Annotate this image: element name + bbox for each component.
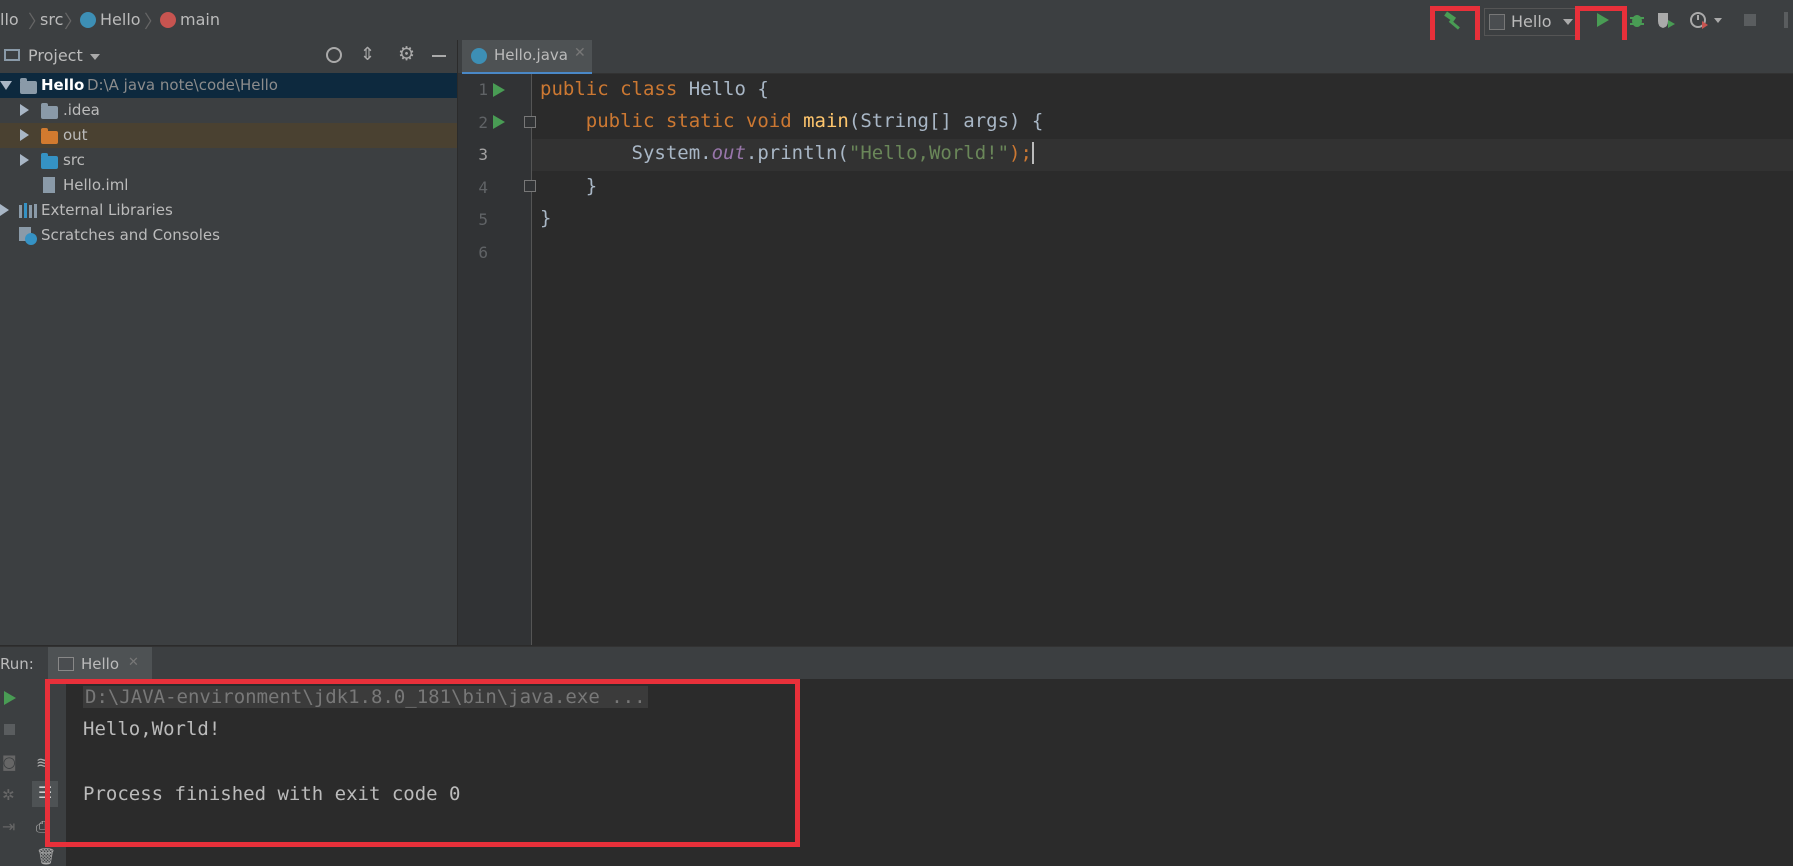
project-panel-header: Project ⇕ ⚙	[0, 40, 457, 72]
tree-item-label: Scratches and Consoles	[41, 226, 220, 244]
excluded-folder-icon	[41, 128, 58, 144]
settings-icon[interactable]: ✲	[2, 786, 15, 804]
module-folder-icon	[20, 78, 37, 94]
line-number: 6	[478, 243, 488, 262]
line-number: 5	[478, 210, 488, 229]
profiler-icon[interactable]	[1690, 11, 1724, 33]
fold-icon[interactable]	[524, 116, 536, 128]
class-icon	[80, 12, 96, 28]
expand-arrow-icon[interactable]	[20, 104, 29, 116]
code-line-5: }	[540, 207, 552, 229]
expand-arrow-icon[interactable]	[20, 154, 29, 166]
gear-icon[interactable]: ⚙	[398, 43, 415, 65]
code-text: );	[1009, 142, 1032, 164]
tree-item-root[interactable]: Hello D:\A java note\code\Hello	[0, 73, 457, 98]
coverage-icon[interactable]	[1656, 11, 1676, 33]
code-keyword: public class	[540, 78, 689, 100]
locate-icon[interactable]	[326, 47, 342, 63]
application-icon	[58, 657, 74, 671]
code-text: System.	[631, 142, 712, 164]
tree-item-out[interactable]: out	[0, 123, 457, 148]
camera-icon[interactable]: ◙	[2, 753, 17, 771]
expand-arrow-icon[interactable]	[20, 129, 29, 141]
line-number: 2	[478, 113, 488, 132]
tree-item-idea[interactable]: .idea	[0, 98, 457, 123]
tree-item-label: .idea	[63, 101, 100, 119]
code-line-3: System.out.println("Hello,World!");	[540, 142, 1034, 164]
stop-button[interactable]	[4, 724, 15, 735]
code-line-1: public class Hello {	[540, 78, 769, 100]
rerun-button[interactable]	[4, 691, 16, 705]
tab-label: Hello.java	[494, 46, 568, 64]
line-number: 1	[478, 80, 488, 99]
tree-item-iml[interactable]: Hello.iml	[0, 173, 457, 198]
run-gutter-icon[interactable]	[493, 115, 505, 129]
code-string: "Hello,World!"	[848, 142, 1010, 164]
close-icon[interactable]: ✕	[574, 45, 586, 61]
breadcrumb-method[interactable]: main	[180, 10, 220, 29]
run-gutter-icon[interactable]	[493, 83, 505, 97]
tab-hello-java[interactable]: Hello.java ✕	[462, 40, 592, 75]
code-text: (String[] args) {	[848, 110, 1044, 132]
expand-arrow-icon[interactable]	[0, 81, 12, 90]
code-field: out	[711, 142, 746, 164]
toolbar-overflow	[1784, 12, 1788, 28]
code-line-2: public static void main(String[] args) {	[540, 110, 1044, 132]
trash-icon[interactable]: 🗑	[36, 847, 56, 866]
code-method-name: main	[803, 110, 849, 132]
run-config-label: Hello	[1511, 12, 1552, 31]
tree-item-label: src	[63, 151, 85, 169]
expand-arrow-icon[interactable]	[0, 204, 9, 216]
run-label: Run:	[0, 655, 34, 673]
bug-icon[interactable]	[1628, 11, 1646, 33]
tree-item-label: External Libraries	[41, 201, 173, 219]
stop-button[interactable]	[1744, 14, 1756, 26]
run-tab-label: Hello	[81, 655, 120, 673]
file-icon	[43, 177, 55, 193]
text-cursor	[1031, 142, 1034, 164]
collapse-all-icon[interactable]: ⇕	[360, 44, 375, 65]
tree-item-label: out	[63, 126, 88, 144]
folder-icon	[41, 103, 58, 119]
code-line-4: }	[540, 175, 598, 197]
code-keyword: public static void	[585, 110, 804, 132]
source-folder-icon	[41, 153, 58, 169]
root-module-name: Hello	[41, 76, 85, 94]
tree-item-src[interactable]: src	[0, 148, 457, 173]
close-icon[interactable]: ✕	[128, 655, 139, 670]
project-panel-title[interactable]: Project	[28, 46, 83, 65]
editor-tab-bar	[458, 40, 1793, 74]
output-highlight-box	[45, 679, 800, 847]
tree-item-external-libraries[interactable]: External Libraries	[0, 198, 457, 223]
class-icon	[471, 48, 487, 64]
scratches-icon	[19, 227, 37, 249]
application-icon	[1489, 14, 1505, 30]
tree-item-scratches[interactable]: Scratches and Consoles	[0, 223, 457, 248]
exit-icon[interactable]: ⇥	[2, 817, 15, 836]
breadcrumb-class[interactable]: Hello	[100, 10, 141, 29]
minimize-icon[interactable]	[432, 55, 446, 57]
chevron-down-icon	[1563, 19, 1573, 25]
tree-item-label: Hello.iml	[63, 176, 129, 194]
run-tool-window-header: Run: Hello ✕	[0, 646, 1793, 680]
run-tab-hello[interactable]: Hello ✕	[48, 647, 152, 680]
run-config-select[interactable]: Hello	[1484, 8, 1578, 36]
breadcrumb-project[interactable]: llo	[0, 10, 19, 29]
breadcrumb-src[interactable]: src	[40, 10, 63, 29]
code-text: .println(	[745, 142, 849, 164]
code-text: Hello {	[688, 78, 769, 100]
chevron-down-icon[interactable]	[90, 54, 100, 60]
line-number: 3	[478, 145, 488, 164]
method-icon	[160, 12, 176, 28]
project-view-icon	[4, 49, 20, 61]
line-number: 4	[478, 178, 488, 197]
fold-icon[interactable]	[524, 180, 536, 192]
libraries-icon	[19, 202, 37, 222]
root-module-path: D:\A java note\code\Hello	[87, 76, 278, 94]
